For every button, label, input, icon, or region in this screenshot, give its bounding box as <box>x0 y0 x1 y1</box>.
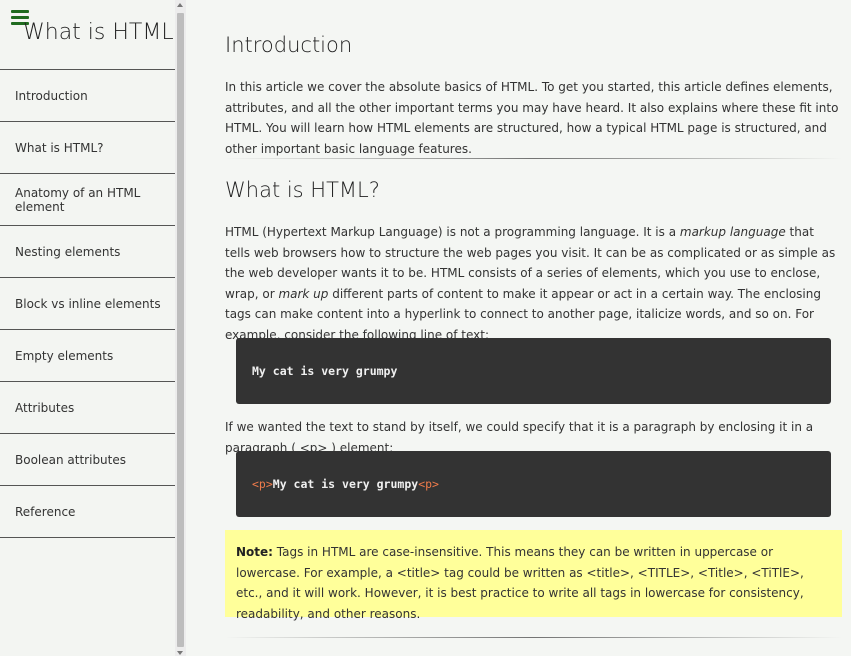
emphasis-mark-up: mark up <box>278 286 329 301</box>
section-divider <box>225 158 842 159</box>
note-label: Note: <box>236 545 273 559</box>
sidebar-item-reference[interactable]: Reference <box>0 486 175 538</box>
sidebar: What is HTML? Introduction What is HTML?… <box>0 0 186 656</box>
heading-what-is-html: What is HTML? <box>225 178 380 202</box>
emphasis-markup-language: markup language <box>679 225 786 239</box>
sidebar-item-boolean-attributes[interactable]: Boolean attributes <box>0 434 175 486</box>
scrollbar-thumb[interactable] <box>177 13 184 647</box>
code-close-tag: <p> <box>418 477 439 491</box>
scroll-up-arrow-icon[interactable] <box>177 3 183 7</box>
text-span: HTML (Hypertext Markup Language) is not … <box>225 225 680 239</box>
code-block-2: <p> My cat is very grumpy <p> <box>236 451 831 517</box>
section-divider <box>225 637 842 638</box>
code-block-1: My cat is very grumpy <box>236 338 831 404</box>
sidebar-item-nesting[interactable]: Nesting elements <box>0 226 175 278</box>
sidebar-item-empty-elements[interactable]: Empty elements <box>0 330 175 382</box>
sidebar-item-block-inline[interactable]: Block vs inline elements <box>0 278 175 330</box>
sidebar-scrollbar[interactable] <box>175 0 186 656</box>
note-callout: Note: Tags in HTML are case-insensitive.… <box>225 530 842 621</box>
code-text: My cat is very grumpy <box>272 477 419 491</box>
heading-introduction: Introduction <box>225 33 353 57</box>
sidebar-item-what-is-html[interactable]: What is HTML? <box>0 122 175 174</box>
intro-paragraph: In this article we cover the absolute ba… <box>225 80 839 156</box>
sidebar-item-anatomy[interactable]: Anatomy of an HTML element <box>0 174 175 226</box>
code-open-tag: <p> <box>252 477 273 491</box>
note-text: Tags in HTML are case-insensitive. This … <box>236 545 804 621</box>
scroll-down-arrow-icon[interactable] <box>177 651 183 655</box>
sidebar-item-attributes[interactable]: Attributes <box>0 382 175 434</box>
what-paragraph: HTML (Hypertext Markup Language) is not … <box>225 222 842 345</box>
sidebar-nav: Introduction What is HTML? Anatomy of an… <box>0 69 175 538</box>
code-text: My cat is very grumpy <box>252 364 398 378</box>
sidebar-title: What is HTML? <box>23 20 186 45</box>
sidebar-item-introduction[interactable]: Introduction <box>0 70 175 122</box>
